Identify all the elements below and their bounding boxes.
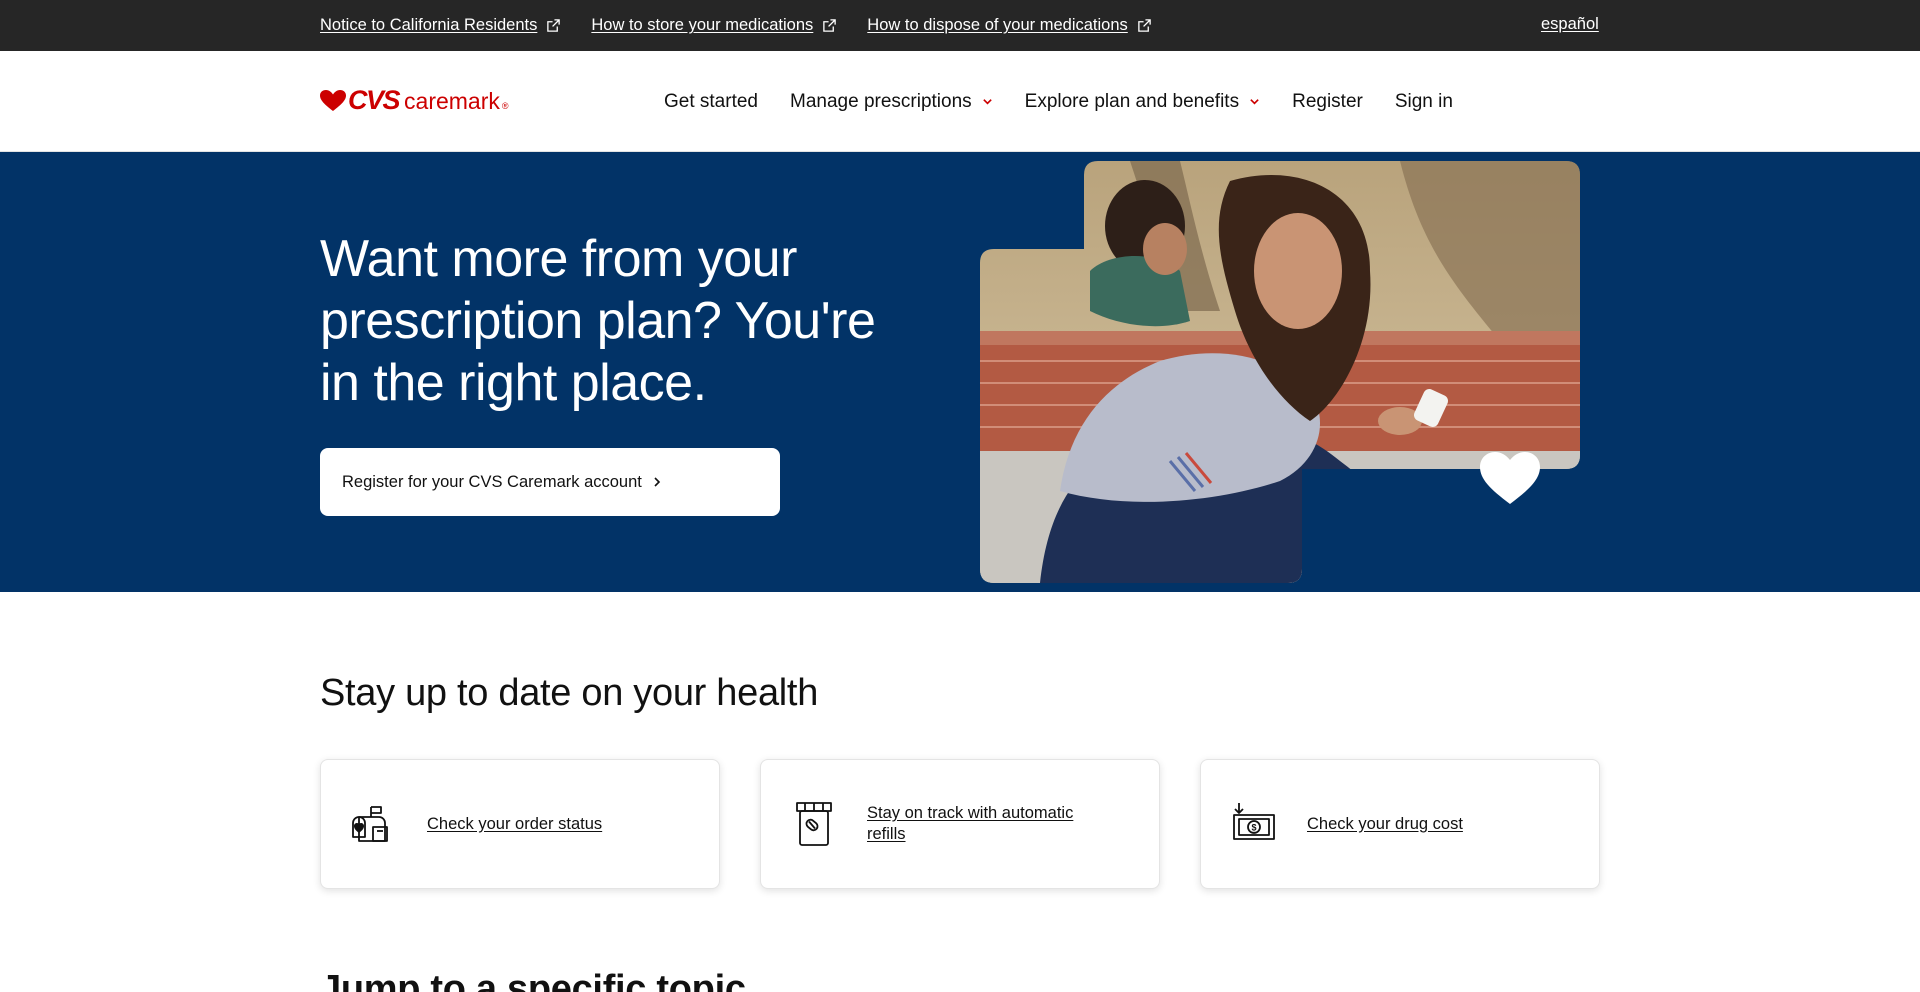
logo-registered-mark: ® [501, 101, 509, 111]
site-header: CVS caremark ® Get started Manage prescr… [0, 51, 1920, 152]
health-cards: Check your order status Stay on track wi… [320, 759, 1600, 889]
external-link-icon [823, 19, 837, 32]
register-account-button[interactable]: Register for your CVS Caremark account [320, 448, 780, 516]
mailbox-icon [352, 806, 388, 842]
nav-sign-in-label: Sign in [1394, 90, 1453, 112]
automatic-refills-card[interactable]: Stay on track with automatic refills [760, 759, 1160, 889]
chevron-right-icon [654, 477, 661, 487]
external-link-icon [547, 19, 561, 32]
chevron-down-icon [1250, 99, 1259, 105]
heart-logo-icon [320, 90, 346, 111]
nav-sign-in[interactable]: Sign in [1395, 91, 1453, 113]
pill-bottle-icon [796, 802, 832, 846]
drug-cost-link: Check your drug cost [1307, 814, 1463, 833]
main-nav: Get started Manage prescriptions Explore… [664, 51, 1453, 152]
order-status-link: Check your order status [427, 814, 603, 833]
nav-register[interactable]: Register [1292, 91, 1363, 113]
california-notice-link[interactable]: Notice to California Residents [320, 16, 561, 35]
hero-photo [980, 161, 1580, 583]
utility-bar: Notice to California Residents How to st… [0, 0, 1920, 51]
drug-cost-card[interactable]: $ Check your drug cost [1200, 759, 1600, 889]
nav-get-started-label: Get started [664, 90, 758, 112]
cvs-caremark-logo[interactable]: CVS caremark ® [320, 85, 509, 115]
logo-product-text: caremark [404, 88, 500, 114]
dispose-medications-label: How to dispose of your medications [867, 16, 1128, 34]
nav-explore-plan[interactable]: Explore plan and benefits [1025, 91, 1260, 113]
store-medications-label: How to store your medications [591, 16, 814, 34]
california-notice-label: Notice to California Residents [320, 16, 538, 34]
hero-title: Want more from your prescription plan? Y… [320, 230, 876, 412]
hero-banner: Want more from your prescription plan? Y… [0, 152, 1920, 592]
automatic-refills-link: Stay on track with automatic refills [867, 804, 1074, 843]
utility-links: Notice to California Residents How to st… [320, 0, 1152, 51]
nav-register-label: Register [1292, 90, 1363, 112]
order-status-card[interactable]: Check your order status [320, 759, 720, 889]
dollar-bill-icon: $ [1233, 803, 1275, 840]
nav-get-started[interactable]: Get started [664, 91, 758, 113]
external-link-icon [1137, 19, 1151, 32]
language-espanol-link[interactable]: español [1541, 15, 1599, 34]
chevron-down-icon [982, 99, 992, 105]
svg-text:$: $ [1251, 823, 1256, 833]
store-medications-link[interactable]: How to store your medications [591, 16, 837, 35]
dispose-medications-link[interactable]: How to dispose of your medications [867, 16, 1151, 35]
topic-section-title: Jump to a specific topic [320, 968, 746, 992]
logo-brand-text: CVS [348, 85, 401, 115]
register-account-label: Register for your CVS Caremark account [342, 472, 642, 491]
nav-manage-prescriptions[interactable]: Manage prescriptions [790, 91, 993, 113]
health-section-title: Stay up to date on your health [320, 672, 819, 714]
nav-explore-plan-label: Explore plan and benefits [1024, 90, 1240, 112]
photo-scene [980, 161, 1580, 583]
nav-manage-prescriptions-label: Manage prescriptions [790, 90, 972, 112]
